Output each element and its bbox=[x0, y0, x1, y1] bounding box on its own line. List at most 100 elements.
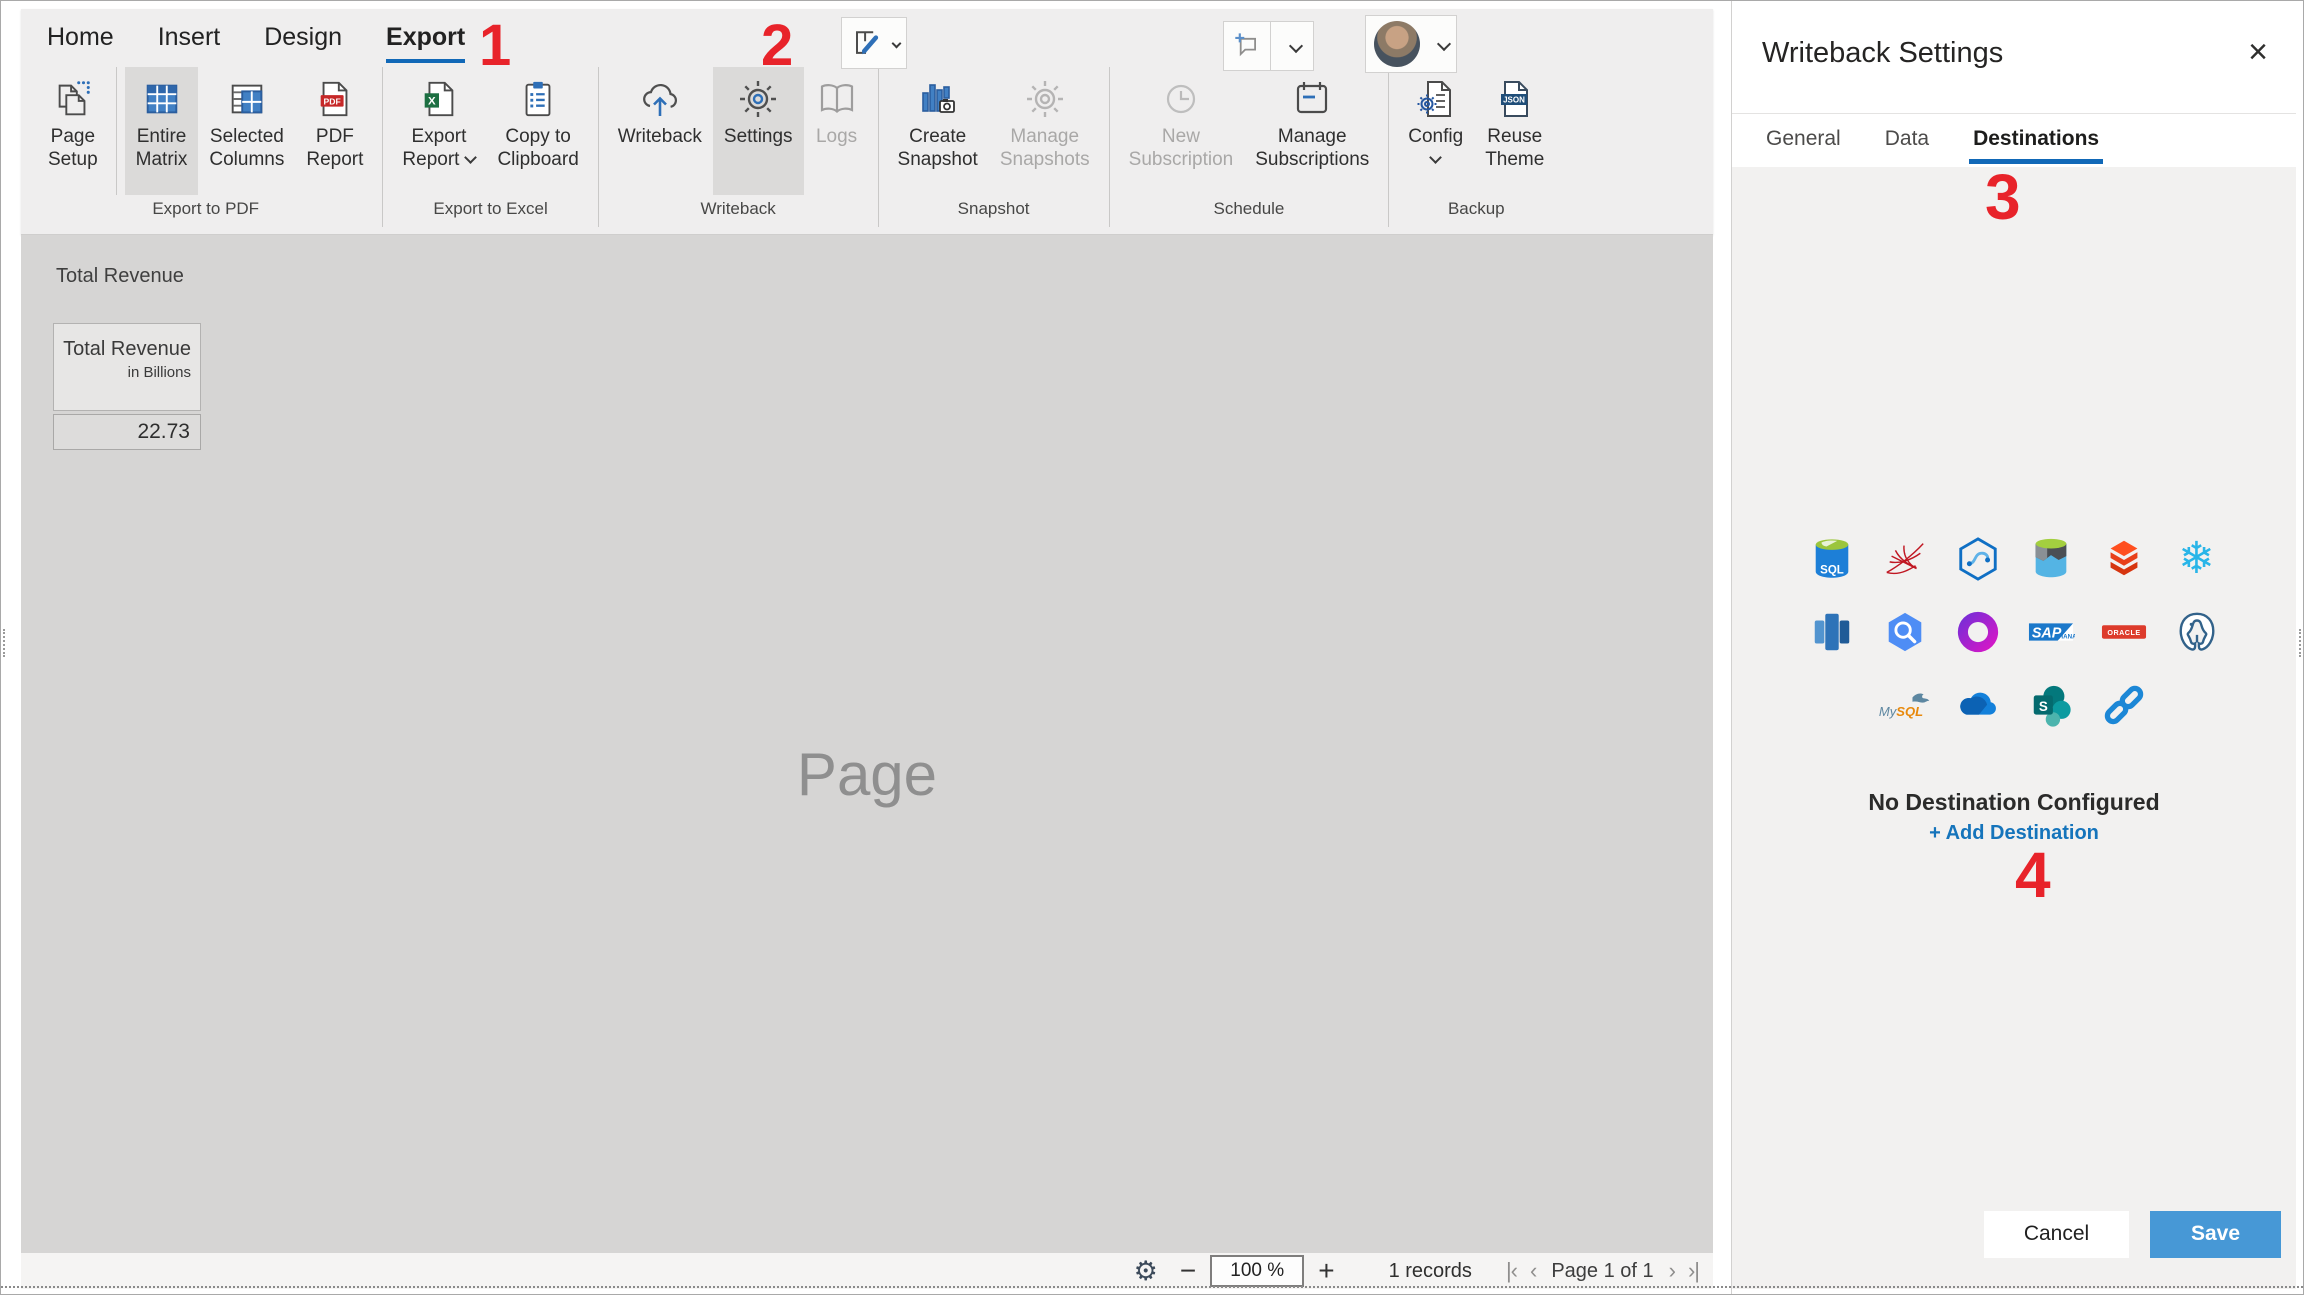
record-count: 1 records bbox=[1389, 1260, 1472, 1283]
pdf-report-icon: PDF bbox=[314, 78, 356, 120]
onedrive-icon bbox=[1954, 682, 2002, 728]
edit-pencil-icon bbox=[848, 25, 884, 61]
ribbon-group-buttons: NewSubscriptionManageSubscriptions bbox=[1110, 67, 1389, 195]
page-settings-gear-icon[interactable]: ⚙ bbox=[1134, 1256, 1158, 1287]
first-page-button[interactable]: |‹ bbox=[1506, 1258, 1517, 1284]
azure-data-lake-icon bbox=[2027, 535, 2075, 583]
sap-hana-icon: SAPHANA bbox=[2027, 608, 2075, 656]
last-page-button[interactable]: ›| bbox=[1688, 1258, 1699, 1284]
panel-tab-destinations[interactable]: Destinations bbox=[1969, 119, 2103, 164]
ribbon-group-label: Backup bbox=[1389, 195, 1563, 227]
zoom-in-button[interactable]: + bbox=[1318, 1255, 1334, 1287]
json-doc-icon: JSON bbox=[1493, 77, 1537, 121]
edit-layout-button[interactable] bbox=[841, 17, 907, 69]
ribbon-button-manage-snapshots: ManageSnapshots bbox=[989, 67, 1101, 195]
ribbon-button-label: Config bbox=[1408, 125, 1463, 148]
next-page-button[interactable]: › bbox=[1669, 1258, 1675, 1284]
zoom-out-button[interactable]: − bbox=[1180, 1255, 1196, 1287]
ribbon-button-label: Columns bbox=[209, 148, 284, 171]
chevron-down-icon bbox=[1436, 37, 1450, 51]
ribbon-button-create-snapshot[interactable]: CreateSnapshot bbox=[887, 67, 989, 195]
cancel-button[interactable]: Cancel bbox=[1984, 1211, 2129, 1258]
annotation-3: 3 bbox=[1985, 165, 2021, 229]
add-comment-icon bbox=[1229, 28, 1265, 64]
onedrive-icon bbox=[1954, 681, 2002, 729]
svg-text:SQL: SQL bbox=[1820, 564, 1844, 576]
matrix-column-header[interactable]: Total Revenue in Billions bbox=[53, 323, 201, 411]
panel-tab-general[interactable]: General bbox=[1762, 119, 1845, 164]
page-watermark: Page bbox=[21, 740, 1713, 809]
ribbon-group-label: Export to PDF bbox=[29, 195, 382, 227]
annotation-2: 2 bbox=[761, 17, 793, 75]
page-setup-icon bbox=[52, 78, 94, 120]
ribbon-button-label: Page bbox=[51, 125, 95, 148]
ribbon-group-schedule: NewSubscriptionManageSubscriptionsSchedu… bbox=[1109, 67, 1389, 227]
ribbon-button-label: Snapshots bbox=[1000, 148, 1090, 171]
sql-server-icon bbox=[1882, 536, 1928, 582]
ribbon-button-copy-to-clipboard[interactable]: Copy toClipboard bbox=[486, 67, 589, 195]
chevron-down-icon bbox=[1429, 151, 1442, 164]
panel-title: Writeback Settings bbox=[1762, 37, 2003, 70]
amazon-redshift-icon bbox=[1809, 609, 1855, 655]
zoom-level-field[interactable]: 100 % bbox=[1210, 1255, 1304, 1287]
ribbon-group-export-to-pdf: PageSetupEntireMatrixSelectedColumnsPDFP… bbox=[29, 67, 382, 227]
ribbon-button-entire-matrix[interactable]: EntireMatrix bbox=[125, 67, 199, 195]
ribbon-button-label: Logs bbox=[816, 125, 857, 148]
page-indicator: Page 1 of 1 bbox=[1551, 1260, 1653, 1283]
ribbon-group-writeback: WritebackSettings LogsWriteback bbox=[598, 67, 878, 227]
visual-title: Total Revenue bbox=[56, 265, 184, 288]
ribbon-button-pdf-report[interactable]: PDFPDFReport bbox=[295, 67, 374, 195]
ribbon-group-label: Snapshot bbox=[879, 195, 1109, 227]
mysql-icon: MySQL bbox=[1881, 681, 1929, 729]
amazon-redshift-icon bbox=[1808, 608, 1856, 656]
destinations-tab-content: SQL❄SAPHANAORACLEMySQLS No Destination C… bbox=[1732, 167, 2296, 1289]
panel-footer: Cancel Save bbox=[1732, 1199, 2296, 1289]
ribbon-group-buttons: WritebackSettings Logs bbox=[599, 67, 878, 195]
svg-text:S: S bbox=[2038, 699, 2047, 714]
ribbon-button-selected-columns[interactable]: SelectedColumns bbox=[198, 67, 295, 195]
comment-dropdown-button[interactable] bbox=[1270, 21, 1314, 71]
databricks-icon bbox=[2100, 535, 2148, 583]
previous-page-button[interactable]: ‹ bbox=[1530, 1258, 1536, 1284]
svg-text:ORACLE: ORACLE bbox=[2107, 629, 2140, 637]
postgresql-icon bbox=[2173, 608, 2221, 656]
tab-home[interactable]: Home bbox=[47, 23, 114, 59]
ribbon-button-page-setup[interactable]: PageSetup bbox=[37, 67, 117, 195]
ribbon-button-config[interactable]: Config bbox=[1397, 67, 1474, 195]
close-icon[interactable]: × bbox=[2248, 35, 2268, 69]
clipboard-icon bbox=[517, 78, 559, 120]
ribbon-button-settings[interactable]: Settings bbox=[713, 67, 804, 195]
tab-export[interactable]: Export bbox=[386, 23, 465, 63]
tab-insert[interactable]: Insert bbox=[158, 23, 221, 59]
inforiver-visual-window: HomeInsertDesignExport PageSetupEntireMa… bbox=[0, 0, 2304, 1295]
ribbon-group-label: Schedule bbox=[1110, 195, 1389, 227]
ribbon-button-label: Theme bbox=[1485, 148, 1544, 171]
save-button[interactable]: Save bbox=[2150, 1211, 2281, 1258]
dataverse-icon bbox=[1955, 609, 2001, 655]
svg-text:X: X bbox=[428, 96, 436, 108]
tab-design[interactable]: Design bbox=[264, 23, 342, 59]
right-resize-handle[interactable] bbox=[2299, 629, 2301, 657]
left-resize-handle[interactable] bbox=[3, 629, 5, 657]
svg-text:HANA: HANA bbox=[2058, 634, 2074, 641]
ribbon-group-export-to-excel: XExportReportCopy toClipboardExport to E… bbox=[382, 67, 597, 227]
account-menu-button[interactable] bbox=[1365, 15, 1457, 73]
databricks-icon bbox=[2101, 536, 2147, 582]
panel-header-divider bbox=[1732, 113, 2296, 114]
ribbon-button-export-report[interactable]: XExportReport bbox=[391, 67, 486, 195]
ribbon-button-manage-subscriptions[interactable]: ManageSubscriptions bbox=[1244, 67, 1380, 195]
add-comment-button[interactable] bbox=[1223, 21, 1271, 71]
sharepoint-icon: S bbox=[2027, 681, 2075, 729]
ribbon-button-label: Entire bbox=[137, 125, 187, 148]
google-bigquery-icon bbox=[1881, 608, 1929, 656]
ribbon-button-label: Manage bbox=[1278, 125, 1347, 148]
selected-columns-icon bbox=[226, 78, 268, 120]
ribbon-group-buttons: CreateSnapshotManageSnapshots bbox=[879, 67, 1109, 195]
matrix-value-cell[interactable]: 22.73 bbox=[53, 414, 201, 450]
panel-tab-data[interactable]: Data bbox=[1881, 119, 1933, 164]
azure-data-lake-icon bbox=[2028, 536, 2074, 582]
add-destination-link[interactable]: + Add Destination bbox=[1732, 822, 2296, 845]
svg-text:JSON: JSON bbox=[1503, 96, 1525, 105]
ribbon-button-writeback[interactable]: Writeback bbox=[607, 67, 713, 195]
ribbon-button-reuse-theme[interactable]: JSONReuseTheme bbox=[1474, 67, 1555, 195]
